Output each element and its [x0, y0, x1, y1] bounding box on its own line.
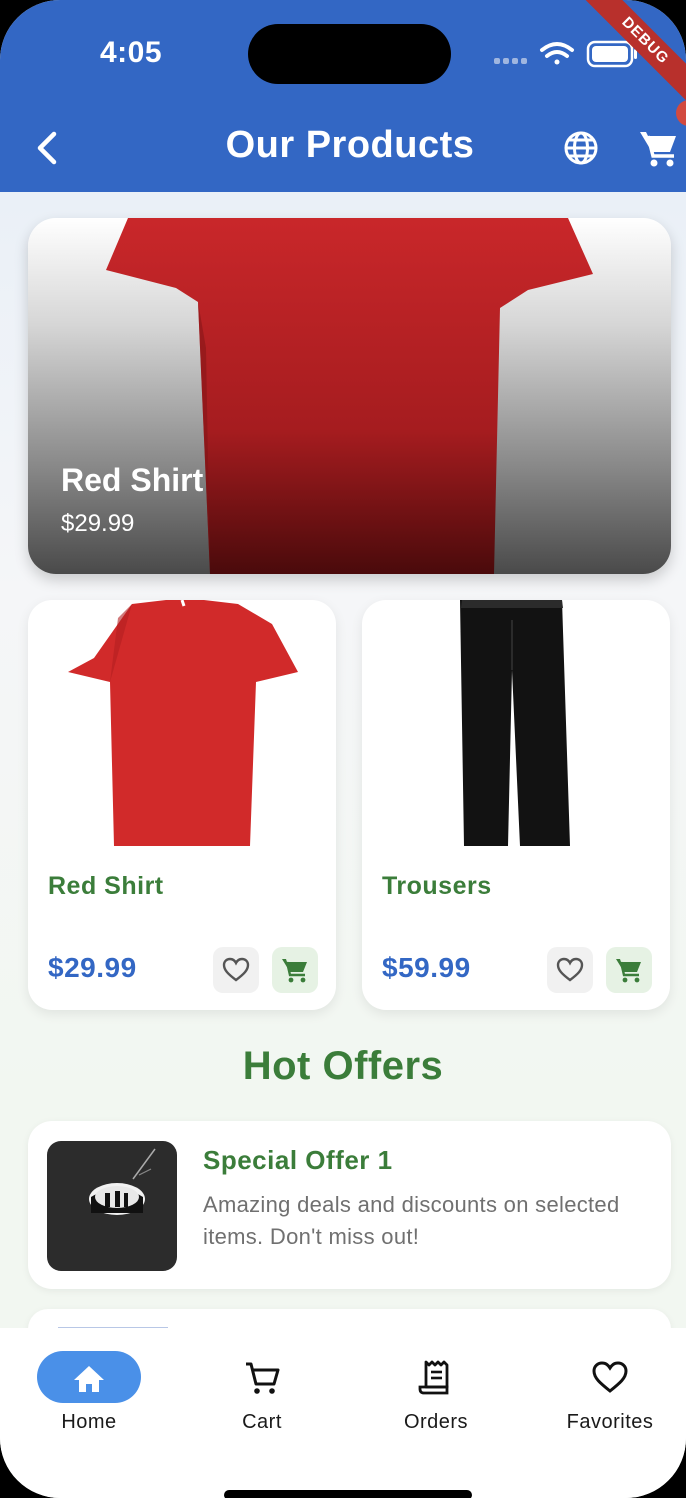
favorite-button[interactable]: [547, 947, 593, 993]
app-screen: 4:05 DEBUG Our Products Red Shirt $29.99…: [0, 0, 686, 1498]
product-price: $29.99: [48, 952, 137, 983]
add-to-cart-button[interactable]: [606, 947, 652, 993]
featured-product-price: $29.99: [61, 510, 135, 537]
product-name: Red Shirt: [48, 872, 164, 900]
hot-offers-title: Hot Offers: [242, 1044, 444, 1088]
back-button[interactable]: [30, 126, 66, 170]
add-to-cart-icon: [616, 959, 641, 983]
globe-icon: [564, 131, 598, 165]
battery-icon: [586, 40, 637, 68]
cart-badge: [676, 100, 686, 126]
product-price: $59.99: [382, 952, 471, 983]
chevron-left-icon: [37, 131, 57, 165]
cellular-signal-icon: [494, 58, 527, 64]
product-card[interactable]: Trousers $59.99: [362, 600, 670, 1010]
nav-label-cart: Cart: [242, 1411, 282, 1433]
offer-title: Special Offer 1: [203, 1145, 393, 1175]
cart-icon: [246, 1362, 280, 1394]
favorite-button[interactable]: [213, 947, 259, 993]
featured-product-card[interactable]: Red Shirt $29.99: [28, 218, 671, 574]
dynamic-island: [248, 24, 451, 84]
nav-item-home[interactable]: Home: [0, 1328, 172, 1448]
nav-label-orders: Orders: [403, 1411, 469, 1433]
offer-description: Amazing deals and discounts on selected …: [203, 1192, 620, 1249]
product-card[interactable]: Red Shirt $29.99: [28, 600, 336, 1010]
home-indicator: [224, 1490, 472, 1498]
bottom-navigation: Home Cart Orders Favorites: [0, 1328, 686, 1498]
cart-button[interactable]: [636, 126, 680, 170]
app-bar: 4:05 DEBUG Our Products: [0, 0, 686, 192]
heart-outline-icon: [222, 957, 250, 982]
wifi-icon: [540, 42, 574, 65]
status-icons: [494, 40, 637, 68]
add-to-cart-icon: [282, 959, 307, 983]
shopping-cart-icon: [640, 132, 676, 167]
nav-label-favorites: Favorites: [566, 1411, 654, 1433]
heart-outline-icon: [556, 957, 584, 982]
language-button[interactable]: [561, 128, 601, 168]
nav-item-cart[interactable]: Cart: [176, 1328, 348, 1448]
featured-product-name: Red Shirt: [61, 462, 204, 498]
page-title: Our Products: [225, 124, 475, 166]
nav-item-orders[interactable]: Orders: [350, 1328, 522, 1448]
heart-outline-icon: [592, 1361, 628, 1393]
nav-label-home: Home: [61, 1411, 117, 1433]
home-icon: [74, 1366, 104, 1392]
product-name: Trousers: [382, 872, 492, 900]
offer-thumbnail: [47, 1141, 177, 1271]
product-image: [68, 600, 298, 846]
receipt-icon: [418, 1360, 449, 1395]
add-to-cart-button[interactable]: [272, 947, 318, 993]
product-image: [460, 600, 570, 846]
status-time: 4:05: [100, 36, 163, 69]
offer-card[interactable]: Special Offer 1 Amazing deals and discou…: [28, 1121, 671, 1289]
nav-item-favorites[interactable]: Favorites: [524, 1328, 686, 1448]
offer-image: [89, 1148, 156, 1215]
